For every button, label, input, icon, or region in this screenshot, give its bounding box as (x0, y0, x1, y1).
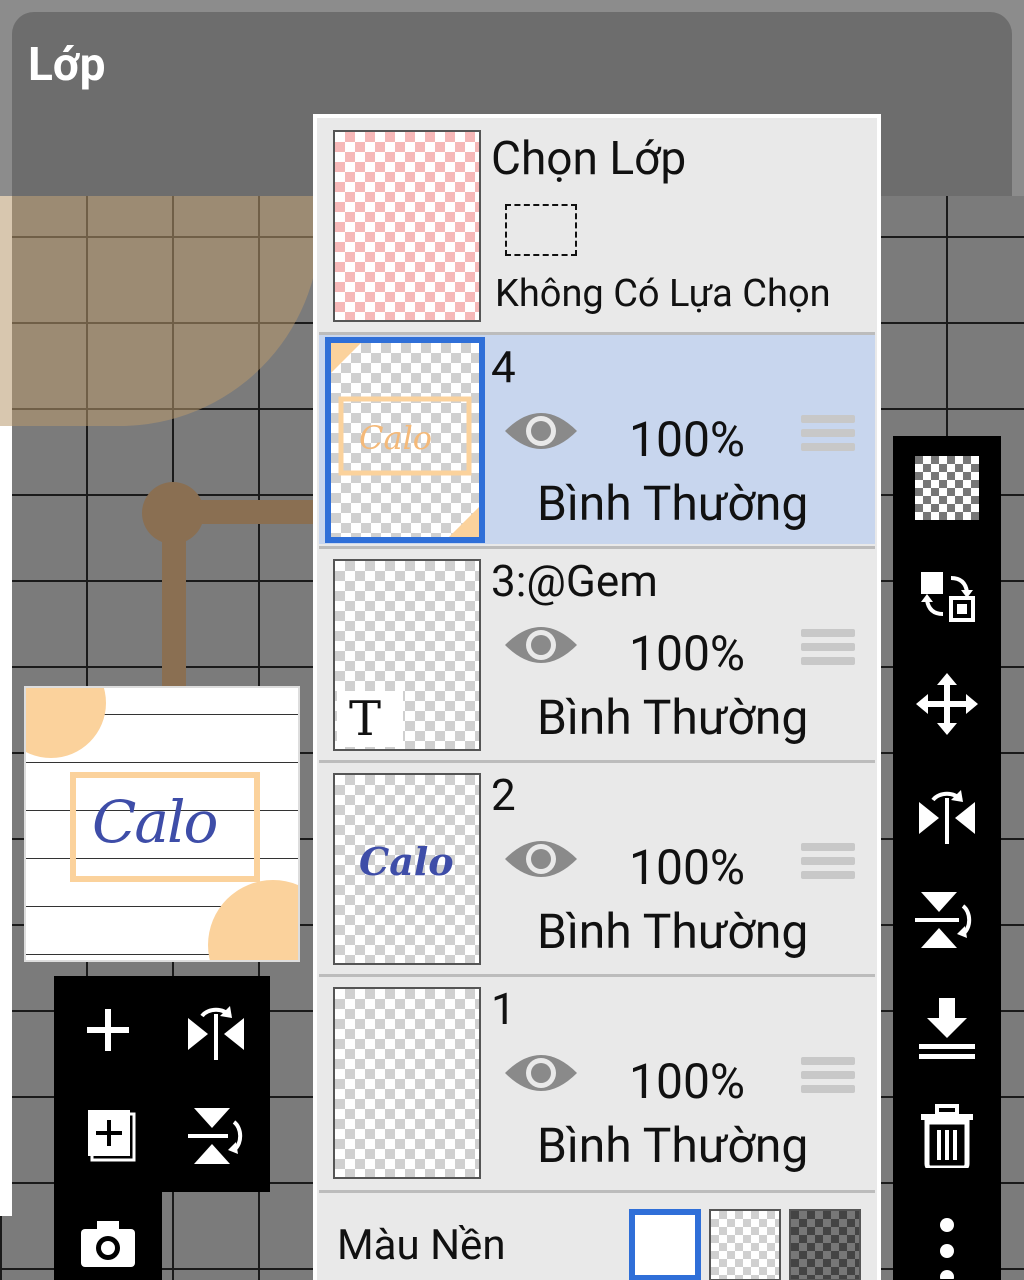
layer-row-2[interactable]: Calo 2 100% Bình Thường (319, 760, 875, 972)
layer-thumb-text: Calo (359, 839, 454, 884)
canvas-artwork-bar (162, 540, 186, 690)
right-toolbar (893, 436, 1001, 1280)
canvas-preview[interactable]: Calo (24, 686, 300, 962)
selection-layer-title: Chọn Lớp (491, 132, 687, 186)
layer-thumbnail: T (333, 559, 481, 751)
background-color-row: Màu Nền (319, 1190, 875, 1280)
page-title: Lớp (28, 38, 106, 92)
flip-horizontal-icon (919, 790, 975, 844)
selection-layer-subtitle: Không Có Lựa Chọn (495, 272, 831, 316)
add-layer-copy-icon (88, 1110, 136, 1162)
move-button[interactable] (907, 664, 987, 744)
swap-layer-icon (921, 572, 975, 622)
flip-vertical-right-button[interactable] (907, 880, 987, 960)
delete-layer-button[interactable] (907, 1096, 987, 1176)
swap-layer-button[interactable] (907, 556, 987, 636)
text-layer-icon: T (337, 691, 403, 747)
left-toolbar-extra (54, 1190, 162, 1280)
layer-opacity[interactable]: 100% (629, 625, 745, 682)
add-layer-icon (87, 1009, 129, 1051)
layer-row-3[interactable]: T 3:@Gem 100% Bình Thường (319, 546, 875, 758)
transparency-icon (915, 456, 979, 520)
layer-opacity[interactable]: 100% (629, 839, 745, 896)
camera-button[interactable] (68, 1204, 148, 1280)
layer-name: 2 (491, 769, 516, 821)
visibility-eye-icon[interactable] (503, 1047, 579, 1099)
flip-vertical-icon (915, 892, 972, 948)
more-icon (940, 1218, 954, 1279)
canvas-artwork-bar (200, 500, 320, 524)
drag-handle-icon[interactable] (801, 843, 855, 883)
bg-swatch-white[interactable] (629, 1209, 701, 1280)
layer-blend-mode[interactable]: Bình Thường (537, 903, 808, 960)
drag-handle-icon[interactable] (801, 1057, 855, 1097)
layer-opacity[interactable]: 100% (629, 1053, 745, 1110)
app-screen: Lớp Calo Chọn Lớp Không Có Lựa Chọn Calo… (0, 0, 1024, 1280)
layer-row-4[interactable]: Calo 4 100% Bình Thường (319, 332, 875, 544)
drag-handle-icon[interactable] (801, 415, 855, 455)
merge-down-icon (919, 998, 975, 1059)
selection-marquee-icon (505, 204, 577, 256)
layer-blend-mode[interactable]: Bình Thường (537, 689, 808, 746)
flip-vertical-button[interactable] (176, 1096, 256, 1176)
selection-layer-row[interactable]: Chọn Lớp Không Có Lựa Chọn (317, 118, 877, 332)
layer-name: 1 (491, 983, 516, 1035)
transparency-button[interactable] (907, 448, 987, 528)
layer-blend-mode[interactable]: Bình Thường (537, 475, 808, 532)
layer-blend-mode[interactable]: Bình Thường (537, 1117, 808, 1174)
layer-thumbnail (333, 987, 481, 1179)
layer-name: 4 (491, 341, 516, 393)
layer-name: 3:@Gem (491, 555, 658, 607)
flip-vertical-icon (188, 1108, 243, 1164)
flip-horizontal-button[interactable] (176, 990, 256, 1070)
camera-icon (81, 1221, 135, 1267)
visibility-eye-icon[interactable] (503, 619, 579, 671)
canvas-artwork-node (142, 482, 204, 544)
selection-thumbnail (333, 130, 481, 322)
add-layer-copy-button[interactable] (68, 1096, 148, 1176)
flip-horizontal-right-button[interactable] (907, 772, 987, 852)
layer-thumbnail: Calo (333, 773, 481, 965)
add-layer-button[interactable] (68, 990, 148, 1070)
svg-text:Calo: Calo (359, 419, 432, 457)
layer-row-1[interactable]: 1 100% Bình Thường (319, 974, 875, 1186)
bg-swatch-dark[interactable] (789, 1209, 861, 1280)
visibility-eye-icon[interactable] (503, 833, 579, 885)
background-color-label: Màu Nền (337, 1221, 506, 1270)
preview-calo-text: Calo (92, 788, 218, 856)
layer-opacity[interactable]: 100% (629, 411, 745, 468)
merge-down-button[interactable] (907, 988, 987, 1068)
layer-panel: Chọn Lớp Không Có Lựa Chọn Calo 4 100% B… (313, 114, 881, 1280)
flip-horizontal-icon (188, 1006, 244, 1060)
bg-swatch-transparent[interactable] (709, 1209, 781, 1280)
left-toolbar (54, 976, 270, 1192)
drag-handle-icon[interactable] (801, 629, 855, 669)
visibility-eye-icon[interactable] (503, 405, 579, 457)
move-icon (916, 673, 978, 735)
more-options-button[interactable] (907, 1204, 987, 1280)
layer-thumbnail: Calo (325, 337, 485, 543)
delete-icon (921, 1104, 973, 1168)
